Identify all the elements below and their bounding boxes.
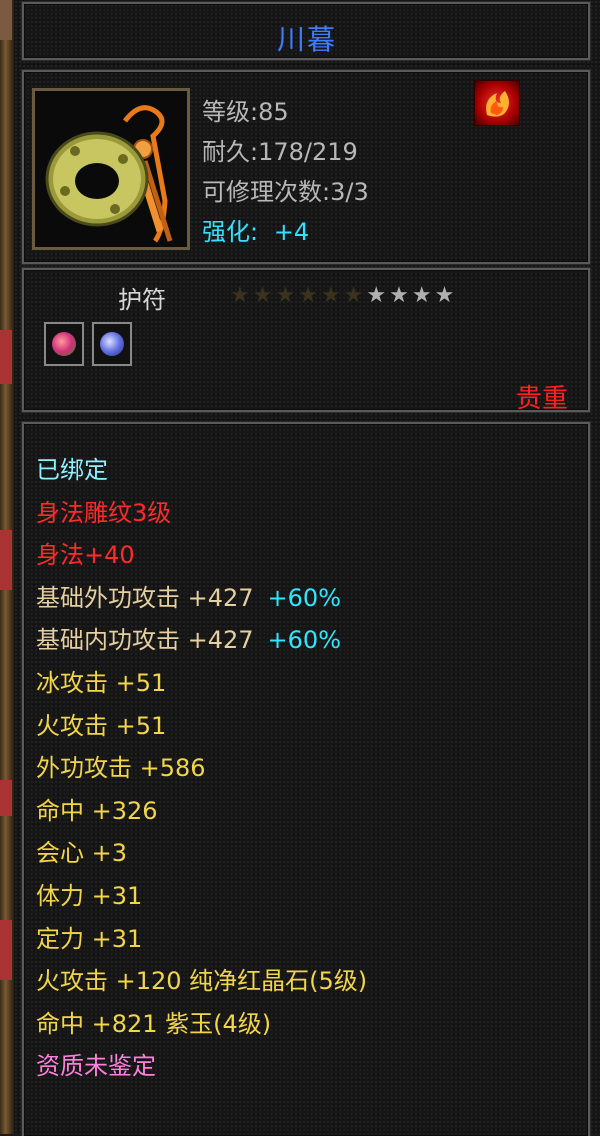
item-repairs: 可修理次数:3/3 xyxy=(202,178,369,206)
gem-slot-2[interactable] xyxy=(92,322,132,366)
attribute-line: 已绑定 xyxy=(36,450,108,485)
attribute-line: 冰攻击 +51 xyxy=(36,663,166,698)
attribute-text: 外功攻击 +586 xyxy=(36,754,206,783)
attribute-bonus: +60% xyxy=(267,626,341,655)
star-empty-icon: ★ xyxy=(434,283,458,308)
enhance-value: +4 xyxy=(273,218,310,246)
attribute-text: 身法+40 xyxy=(36,541,135,570)
attribute-text: 会心 +3 xyxy=(36,839,128,868)
star-filled-icon: ★ xyxy=(252,283,276,308)
attribute-line: 火攻击 +51 xyxy=(36,706,166,741)
attribute-line: 资质未鉴定 xyxy=(36,1046,156,1081)
star-filled-icon: ★ xyxy=(298,283,321,308)
attribute-line: 外功攻击 +586 xyxy=(36,748,206,783)
gem-slot-1[interactable] xyxy=(44,322,84,366)
jade-amulet-icon xyxy=(35,91,187,247)
item-durability: 耐久:178/219 xyxy=(202,138,358,166)
attribute-text: 资质未鉴定 xyxy=(36,1052,156,1081)
star-empty-icon: ★ xyxy=(389,283,412,308)
attribute-text: 命中 +326 xyxy=(36,796,158,825)
item-level: 等级:85 xyxy=(202,98,289,126)
red-gem-icon xyxy=(52,332,76,356)
attribute-text: 已绑定 xyxy=(36,456,108,484)
purple-gem-icon xyxy=(100,332,124,356)
attribute-text: 命中 +821 紫玉(4级) xyxy=(36,1009,272,1038)
attribute-line: 身法雕纹3级 xyxy=(36,493,171,528)
attribute-text: 火攻击 +120 纯净红晶石(5级) xyxy=(36,967,368,996)
attribute-line: 身法+40 xyxy=(36,535,135,570)
star-empty-icon: ★ xyxy=(366,283,390,308)
attribute-text: 体力 +31 xyxy=(36,882,143,910)
attribute-text: 基础外功攻击 +427 xyxy=(36,583,254,612)
star-filled-icon: ★ xyxy=(275,283,299,308)
item-quality: 贵重 xyxy=(515,384,568,414)
attribute-line: 会心 +3 xyxy=(36,833,127,868)
attribute-text: 火攻击 +51 xyxy=(36,711,167,740)
attribute-line: 基础内功攻击 +427 +60% xyxy=(36,620,341,655)
star-filled-icon: ★ xyxy=(343,283,367,308)
attribute-line: 命中 +821 紫玉(4级) xyxy=(36,1004,271,1039)
attribute-line: 火攻击 +120 纯净红晶石(5级) xyxy=(36,961,367,996)
enhance-label: 强化: xyxy=(202,218,259,246)
attribute-line: 基础外功攻击 +427 +60% xyxy=(36,578,341,613)
window-left-edge xyxy=(0,0,14,1134)
attribute-text: 身法雕纹3级 xyxy=(36,498,172,527)
item-type: 护符 xyxy=(118,286,166,314)
attribute-text: 基础内功攻击 +427 xyxy=(36,626,254,655)
attribute-line: 命中 +326 xyxy=(36,791,158,826)
flame-emblem-icon xyxy=(474,80,520,126)
item-tooltip-panel: 川暮 等级:85 耐久:178/219 可修理次数:3/3 强化: +4 护符 xyxy=(14,0,600,1136)
star-filled-icon: ★ xyxy=(230,283,253,308)
star-rating: ★★★★★★★★★★ xyxy=(230,285,457,307)
item-name: 川暮 xyxy=(276,23,337,56)
star-empty-icon: ★ xyxy=(411,283,435,308)
attribute-text: 冰攻击 +51 xyxy=(36,669,167,697)
attribute-line: 定力 +31 xyxy=(36,919,142,954)
item-icon[interactable] xyxy=(32,88,190,250)
attribute-line: 体力 +31 xyxy=(36,876,142,911)
item-enhance: 强化: +4 xyxy=(202,212,309,247)
attribute-text: 定力 +31 xyxy=(36,924,143,953)
attribute-bonus: +60% xyxy=(267,583,341,612)
star-filled-icon: ★ xyxy=(320,283,344,308)
